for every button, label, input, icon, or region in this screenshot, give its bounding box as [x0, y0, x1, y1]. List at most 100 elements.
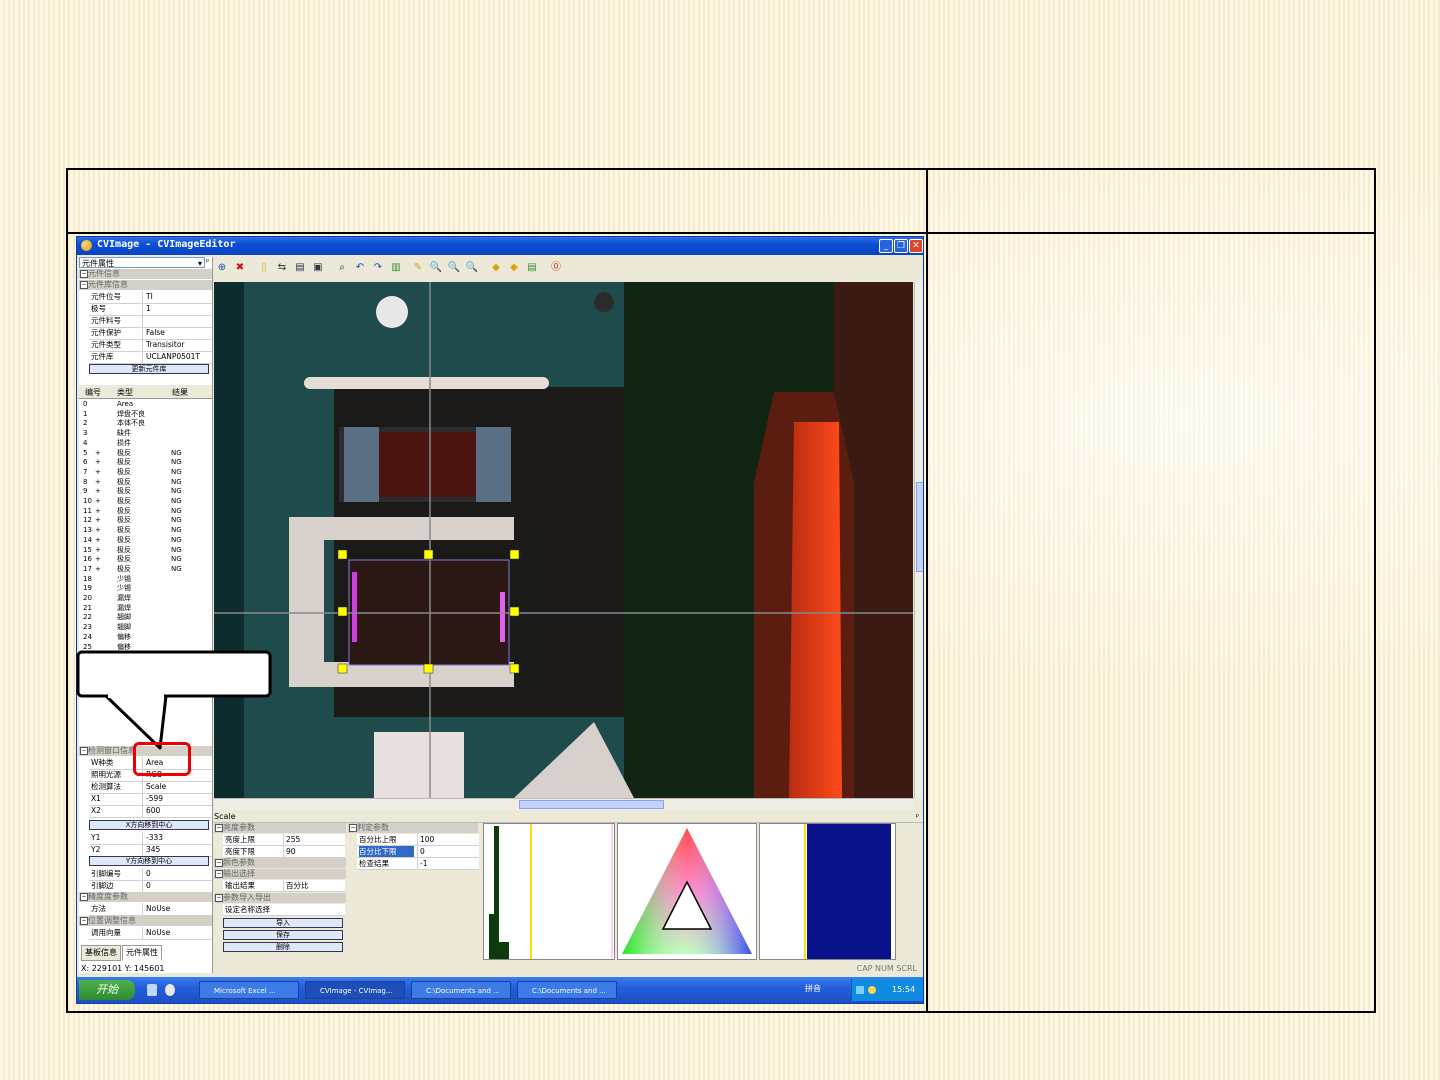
- list-item[interactable]: 6 + 极反 NG: [81, 458, 209, 468]
- zoom-out-icon[interactable]: 🔍: [447, 261, 461, 275]
- save-button[interactable]: 保存: [223, 930, 343, 940]
- vertical-scrollbar[interactable]: [914, 282, 923, 798]
- param-value[interactable]: 100: [417, 834, 480, 845]
- close-button[interactable]: ✕: [909, 239, 923, 253]
- group-precision[interactable]: − 精度度参数: [79, 892, 212, 902]
- list-item[interactable]: 24 偏移: [81, 633, 209, 643]
- section-output[interactable]: − 输出选择: [214, 869, 346, 879]
- prop-value[interactable]: NoUse: [146, 903, 212, 915]
- list-item[interactable]: 8 + 极反 NG: [81, 478, 209, 488]
- prop-value[interactable]: -333: [146, 832, 212, 844]
- book-icon[interactable]: ▥: [389, 261, 403, 275]
- param-row[interactable]: 亮度下限 90: [223, 846, 345, 858]
- param-row[interactable]: 亮度上限 255: [223, 834, 345, 846]
- prev-icon[interactable]: ◆: [489, 261, 503, 275]
- group-position-adjust[interactable]: − 位置调整信息: [79, 916, 212, 926]
- prop-value[interactable]: TI: [146, 291, 212, 303]
- param-value[interactable]: 90: [283, 846, 346, 857]
- pin-icon[interactable]: ᵖ: [206, 257, 209, 266]
- prop-value[interactable]: Scale: [146, 781, 212, 793]
- move-icon[interactable]: ⊕: [215, 261, 229, 275]
- network-icon[interactable]: [856, 986, 864, 994]
- save-icon[interactable]: ▤: [525, 261, 539, 275]
- prop-value[interactable]: UCLANP0501T: [146, 351, 212, 363]
- next-icon[interactable]: ◆: [507, 261, 521, 275]
- param-value[interactable]: 255: [283, 834, 346, 845]
- prop-value[interactable]: -599: [146, 793, 212, 805]
- list-item[interactable]: 9 + 极反 NG: [81, 487, 209, 497]
- col-number[interactable]: 编号: [85, 387, 101, 398]
- scroll-thumb[interactable]: [519, 800, 664, 809]
- tab-component-props[interactable]: 元件属性: [122, 945, 162, 961]
- setting-name-row[interactable]: 设定名称选择: [223, 904, 345, 916]
- list-item[interactable]: 19 少锡: [81, 584, 209, 594]
- param-value[interactable]: 百分比: [283, 880, 346, 891]
- reset-icon[interactable]: ⓪: [549, 261, 563, 275]
- list-item[interactable]: 18 少锡: [81, 575, 209, 585]
- fit-width-icon[interactable]: ⇆: [275, 261, 289, 275]
- prop-row[interactable]: X2 600: [89, 805, 212, 818]
- list-item[interactable]: 5 + 极反 NG: [81, 449, 209, 459]
- prop-value[interactable]: NoUse: [146, 927, 212, 939]
- tab-board-info[interactable]: 基板信息: [81, 945, 121, 961]
- prop-value[interactable]: False: [146, 327, 212, 339]
- list-item[interactable]: 14 + 极反 NG: [81, 536, 209, 546]
- import-button[interactable]: 导入: [223, 918, 343, 928]
- zoom-in-icon[interactable]: 🔍: [429, 261, 443, 275]
- list-item[interactable]: 20 漏焊: [81, 594, 209, 604]
- window-titlebar[interactable]: CVImage - CVImageEditor _ ❐ ✕: [77, 237, 923, 255]
- restore-button[interactable]: ❐: [894, 239, 908, 253]
- redo-icon[interactable]: ↷: [371, 261, 385, 275]
- list-item[interactable]: 16 + 极反 NG: [81, 555, 209, 565]
- section-brightness[interactable]: − 亮度参数: [214, 823, 346, 833]
- volume-icon[interactable]: [868, 986, 876, 994]
- prop-value[interactable]: Transisitor: [146, 339, 212, 351]
- edit-icon[interactable]: ✎: [411, 261, 425, 275]
- x-center-button[interactable]: X方向移到中心: [89, 820, 209, 830]
- col-type[interactable]: 类型: [117, 387, 133, 398]
- update-library-button[interactable]: 更新元件库: [89, 364, 209, 374]
- minimize-button[interactable]: _: [879, 239, 893, 253]
- task-folder-1[interactable]: C:\Documents and ...: [411, 981, 511, 999]
- list-item[interactable]: 22 翘脚: [81, 613, 209, 623]
- scroll-thumb[interactable]: [916, 482, 923, 572]
- output-row[interactable]: 输出结果 百分比: [223, 880, 345, 892]
- list-item[interactable]: 21 漏焊: [81, 604, 209, 614]
- param-row[interactable]: 百分比下限 0: [357, 846, 479, 858]
- section-judge[interactable]: − 判定参数: [348, 823, 478, 833]
- pin-icon[interactable]: ᵖ: [916, 812, 919, 822]
- list-item[interactable]: 10 + 极反 NG: [81, 497, 209, 507]
- delete-button[interactable]: 删除: [223, 942, 343, 952]
- ime-indicator[interactable]: 拼音: [805, 983, 821, 994]
- list-item[interactable]: 0 Area: [81, 400, 209, 410]
- quicklaunch-icon[interactable]: [165, 984, 175, 996]
- list-item[interactable]: 11 + 极反 NG: [81, 507, 209, 517]
- param-row[interactable]: 百分比上限 100: [357, 834, 479, 846]
- list-item[interactable]: 3 缺件: [81, 429, 209, 439]
- task-excel[interactable]: Microsoft Excel ...: [199, 981, 299, 999]
- prop-value[interactable]: 1: [146, 303, 212, 315]
- task-cvimage[interactable]: CVImage - CVImag...: [305, 981, 405, 999]
- param-value[interactable]: -1: [417, 858, 480, 869]
- param-value[interactable]: 0: [417, 846, 480, 857]
- prop-value[interactable]: 0: [146, 868, 212, 880]
- list-item[interactable]: 1 焊盘不良: [81, 410, 209, 420]
- prop-value[interactable]: 600: [146, 805, 212, 817]
- prop-row[interactable]: 元件库 UCLANP0501T: [89, 351, 212, 364]
- list-item[interactable]: 13 + 极反 NG: [81, 526, 209, 536]
- list-item[interactable]: 2 本体不良: [81, 419, 209, 429]
- zoom-window-icon[interactable]: ▣: [311, 261, 325, 275]
- image-canvas[interactable]: [214, 282, 913, 798]
- show-desktop-icon[interactable]: [147, 984, 157, 996]
- prop-value[interactable]: 0: [146, 880, 212, 892]
- panel-selector[interactable]: 元件属性 ▾: [79, 257, 205, 268]
- search-icon[interactable]: ⌕: [335, 261, 349, 275]
- list-item[interactable]: 12 + 极反 NG: [81, 516, 209, 526]
- list-item[interactable]: 17 + 极反 NG: [81, 565, 209, 575]
- prop-value[interactable]: 345: [146, 844, 212, 856]
- list-item[interactable]: 7 + 极反 NG: [81, 468, 209, 478]
- undo-icon[interactable]: ↶: [353, 261, 367, 275]
- new-icon[interactable]: ▯: [257, 261, 271, 275]
- group-library-info[interactable]: − 元件库信息: [79, 280, 212, 290]
- zoom-fit-icon[interactable]: 🔍: [465, 261, 479, 275]
